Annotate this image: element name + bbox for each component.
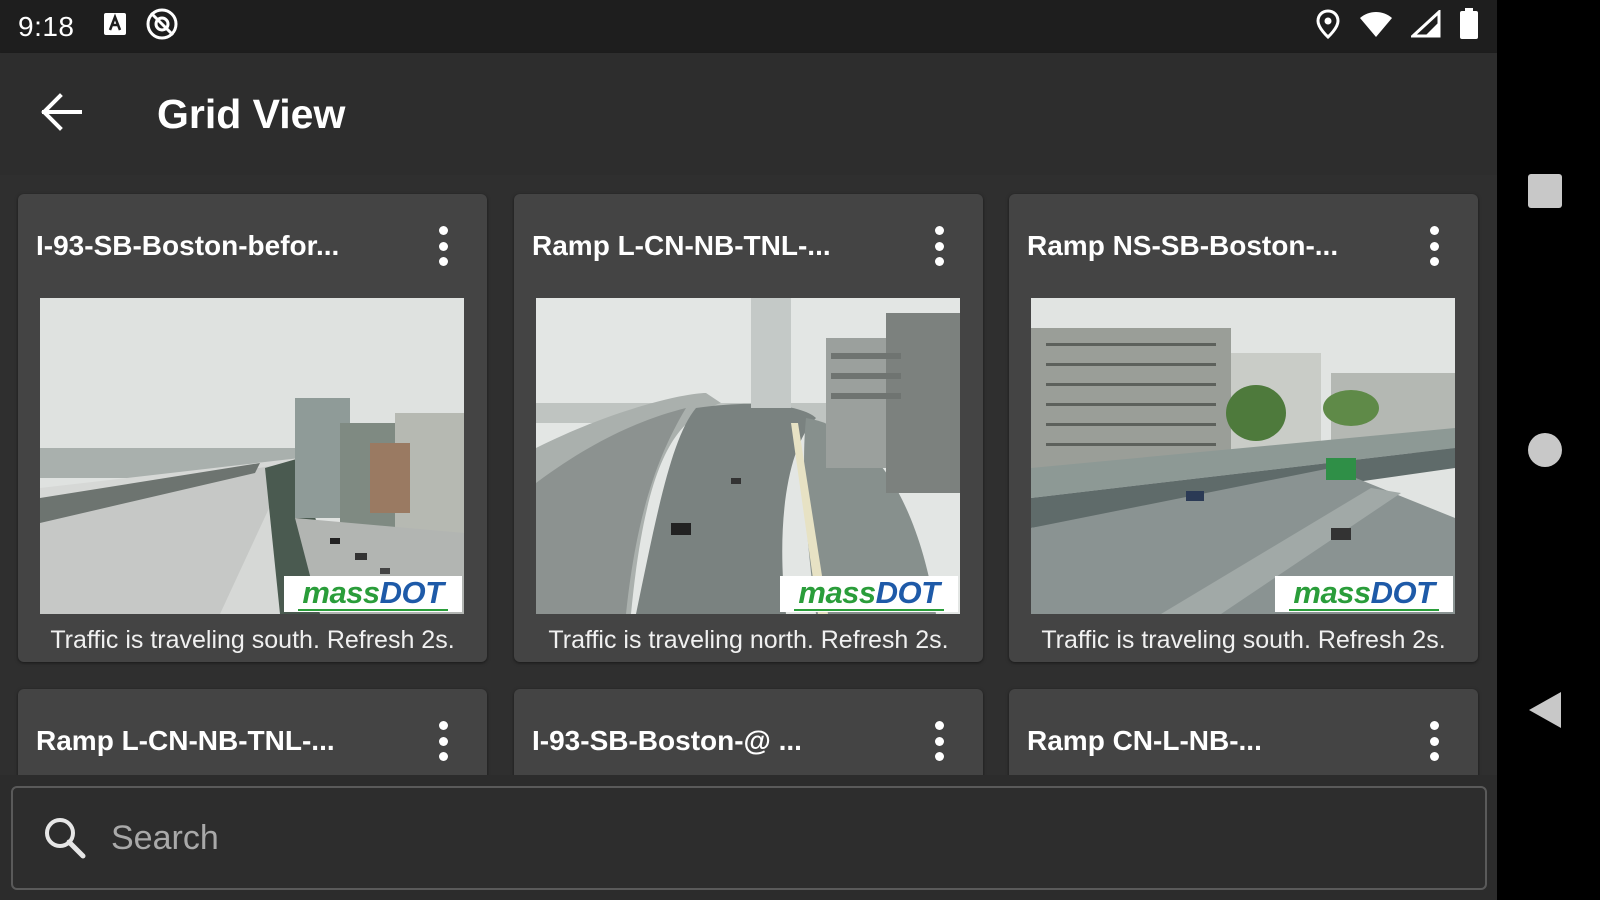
status-time: 9:18: [18, 10, 75, 42]
system-nav-bar: [1497, 0, 1600, 900]
cell-signal-icon: [1409, 8, 1441, 43]
massdot-logo: massDOT: [780, 576, 958, 612]
camera-caption: Traffic is traveling south. Refresh 2s.: [50, 626, 455, 654]
home-button[interactable]: [1527, 432, 1563, 473]
camera-image[interactable]: massDOT: [40, 298, 464, 614]
camera-grid: I-93-SB-Boston-befor... massDOT Traffic …: [0, 175, 1497, 775]
more-vert-icon[interactable]: [1422, 721, 1446, 761]
search-icon: [41, 814, 89, 862]
camera-card[interactable]: Ramp L-CN-NB-TNL-...: [514, 194, 983, 662]
back-nav-button[interactable]: [1527, 690, 1563, 735]
back-triangle-icon: [1527, 692, 1563, 734]
massdot-logo: massDOT: [1275, 576, 1453, 612]
location-pin-icon: [1315, 9, 1341, 44]
camera-title: I-93-SB-Boston-@ ...: [532, 725, 802, 756]
back-button[interactable]: [32, 84, 92, 144]
more-vert-icon[interactable]: [927, 721, 951, 761]
camera-title: I-93-SB-Boston-befor...: [36, 230, 340, 261]
battery-icon: [1459, 8, 1479, 45]
camera-caption: Traffic is traveling south. Refresh 2s.: [1041, 626, 1446, 654]
camera-title: Ramp L-CN-NB-TNL-...: [36, 725, 335, 756]
camera-card[interactable]: Ramp CN-L-NB-...: [1009, 689, 1478, 775]
search-bar: [11, 786, 1487, 890]
camera-card[interactable]: I-93-SB-Boston-@ ...: [514, 689, 983, 775]
wifi-icon: [1359, 10, 1393, 43]
more-vert-icon[interactable]: [431, 226, 455, 266]
home-circle-icon: [1527, 433, 1563, 472]
camera-card[interactable]: I-93-SB-Boston-befor... massDOT Traffic …: [18, 194, 487, 662]
camera-card[interactable]: Ramp L-CN-NB-TNL-...: [18, 689, 487, 775]
camera-card[interactable]: Ramp NS-SB-Boston-... massDOT Traffic is…: [1009, 194, 1478, 662]
camera-title: Ramp CN-L-NB-...: [1027, 725, 1262, 756]
font-a-icon: [103, 12, 127, 41]
more-vert-icon[interactable]: [1422, 226, 1446, 266]
search-input[interactable]: [111, 818, 1411, 858]
more-vert-icon[interactable]: [927, 226, 951, 266]
recents-square-icon: [1527, 174, 1563, 213]
app-bar: Grid View: [0, 53, 1497, 175]
camera-title: Ramp NS-SB-Boston-...: [1027, 230, 1339, 261]
status-bar: 9:18: [0, 0, 1497, 53]
no-sync-icon: [145, 7, 179, 46]
arrow-back-icon: [40, 92, 84, 137]
massdot-logo: massDOT: [284, 576, 462, 612]
camera-title: Ramp L-CN-NB-TNL-...: [532, 230, 831, 261]
more-vert-icon[interactable]: [431, 721, 455, 761]
camera-image[interactable]: massDOT: [536, 298, 960, 614]
camera-caption: Traffic is traveling north. Refresh 2s.: [548, 626, 949, 654]
recents-button[interactable]: [1527, 173, 1563, 214]
camera-image[interactable]: massDOT: [1031, 298, 1455, 614]
page-title: Grid View: [157, 90, 346, 137]
